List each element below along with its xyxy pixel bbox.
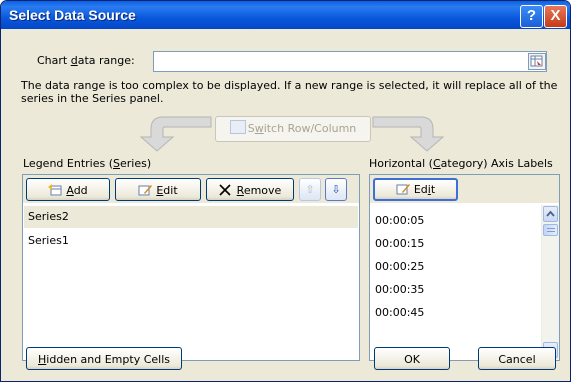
edit-axis-labels-icon bbox=[396, 184, 410, 195]
switch-row-column-button[interactable]: Switch Row/Column bbox=[215, 116, 371, 142]
legend-entries-heading: Legend Entries (Series) bbox=[23, 157, 152, 170]
legend-entries-toolbar: Add Edit Remove ⇧ ⇩ bbox=[23, 175, 359, 203]
remove-series-button[interactable]: Remove bbox=[206, 178, 294, 201]
chart-data-range-label: Chart data range: bbox=[37, 54, 135, 67]
edit-series-button[interactable]: Edit bbox=[115, 178, 201, 201]
left-curved-arrow-icon bbox=[139, 116, 212, 152]
axis-label-item[interactable]: 00:00:35 bbox=[371, 279, 541, 301]
scroll-up-button[interactable] bbox=[543, 206, 558, 222]
axis-label-item[interactable]: 00:00:05 bbox=[371, 210, 541, 232]
scroll-up-icon bbox=[546, 210, 555, 217]
axis-labels-heading: Horizontal (Category) Axis Labels bbox=[369, 157, 553, 170]
dialog-content: Chart data range: The data range is too … bbox=[1, 29, 570, 381]
cancel-button[interactable]: Cancel bbox=[478, 347, 556, 370]
right-curved-arrow-icon bbox=[372, 116, 445, 152]
switch-row-column-label: Switch Row/Column bbox=[247, 122, 357, 135]
help-button[interactable]: ? bbox=[520, 5, 543, 28]
axis-labels-scrollbar[interactable] bbox=[541, 205, 559, 360]
hidden-empty-cells-button[interactable]: Hidden and Empty Cells bbox=[26, 347, 182, 370]
close-button[interactable]: X bbox=[544, 5, 567, 28]
axis-label-item[interactable]: 00:00:15 bbox=[371, 233, 541, 255]
chart-data-range-input[interactable] bbox=[153, 51, 547, 72]
axis-labels-panel: Edit 00:00:05 00:00:15 00:00:25 00:00:35… bbox=[369, 174, 560, 361]
scroll-thumb[interactable] bbox=[543, 224, 558, 236]
axis-label-item[interactable]: 00:00:45 bbox=[371, 302, 541, 324]
series-list-item[interactable]: Series2 bbox=[24, 206, 358, 228]
range-picker-icon bbox=[530, 55, 543, 67]
move-up-button[interactable]: ⇧ bbox=[299, 178, 321, 201]
switch-row-column-icon bbox=[229, 120, 246, 134]
axis-labels-toolbar: Edit bbox=[370, 175, 559, 203]
series-list-item[interactable]: Series1 bbox=[24, 230, 358, 252]
remove-icon bbox=[219, 184, 231, 196]
select-data-source-dialog: Select Data Source ? X Chart data range:… bbox=[0, 0, 571, 382]
range-message: The data range is too complex to be disp… bbox=[21, 79, 558, 105]
collapse-range-button[interactable] bbox=[528, 53, 546, 70]
dialog-title: Select Data Source bbox=[9, 7, 136, 23]
title-bar: Select Data Source ? X bbox=[1, 1, 570, 29]
edit-axis-labels-button[interactable]: Edit bbox=[373, 178, 458, 201]
add-series-button[interactable]: Add bbox=[26, 178, 110, 201]
add-series-icon bbox=[48, 184, 62, 196]
move-down-button[interactable]: ⇩ bbox=[325, 178, 347, 201]
legend-entries-panel: Add Edit Remove ⇧ ⇩ Series2 Series1 bbox=[22, 174, 360, 361]
edit-series-icon bbox=[138, 185, 153, 196]
ok-button[interactable]: OK bbox=[374, 347, 450, 370]
axis-label-item[interactable]: 00:00:25 bbox=[371, 256, 541, 278]
